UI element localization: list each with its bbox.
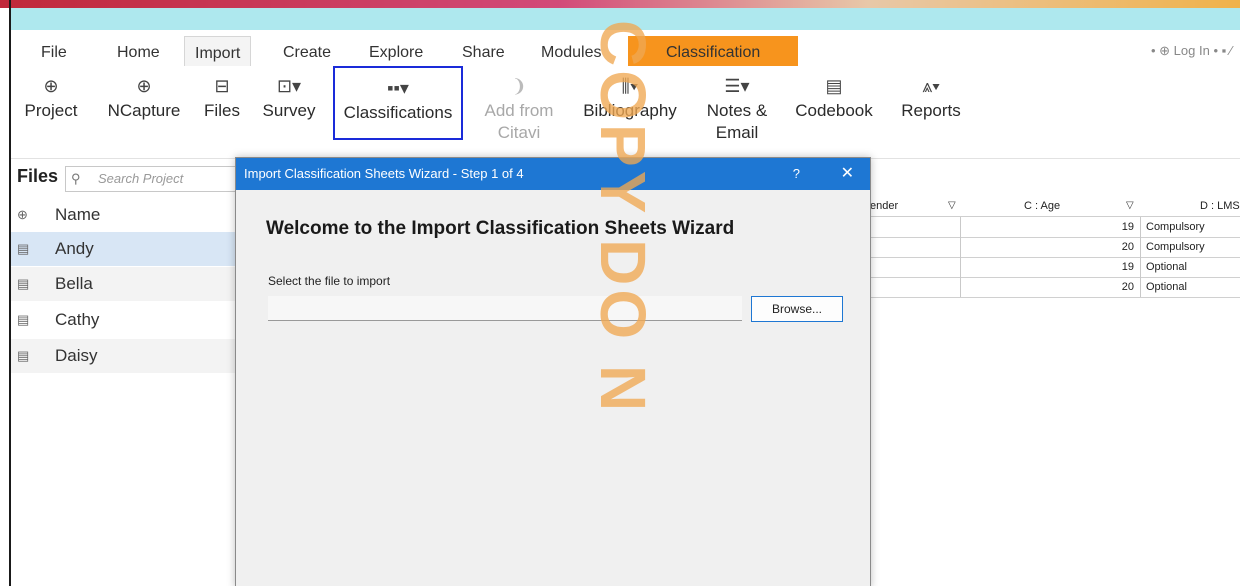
add-from-citavi-button[interactable]: ❩ Add from Citavi	[474, 66, 564, 158]
filter-icon[interactable]: ▽	[948, 196, 956, 216]
expand-icon: ⊕	[17, 207, 28, 222]
notes-email-button[interactable]: ☰▾ Notes & Email	[699, 66, 775, 158]
document-icon: ▤	[17, 312, 30, 327]
search-placeholder: Search Project	[98, 171, 184, 186]
import-wizard-dialog: Import Classification Sheets Wizard - St…	[235, 157, 871, 586]
name-header-label: Name	[55, 205, 101, 224]
file-row-andy[interactable]: ▤ Andy	[11, 232, 241, 266]
top-color-stripe	[0, 0, 1240, 8]
tab-explore[interactable]: Explore	[359, 36, 433, 66]
project-label: Project	[24, 101, 78, 120]
codebook-icon: ▤	[825, 76, 843, 96]
file-name: Daisy	[55, 346, 98, 365]
age-cell: 19	[961, 217, 1141, 237]
age-cell: 20	[961, 277, 1141, 297]
file-name: Andy	[55, 239, 94, 258]
codebook-label: Codebook	[795, 101, 873, 120]
reports-button[interactable]: ⩓▾ Reports	[895, 66, 967, 158]
lms-cell: Optional	[1146, 261, 1187, 273]
notes-label-1: Notes &	[706, 101, 768, 120]
age-column-header[interactable]: C : Age	[1024, 196, 1060, 216]
codebook-button[interactable]: ▤ Codebook	[789, 66, 879, 158]
tab-modules[interactable]: Modules	[531, 36, 611, 66]
close-icon[interactable]: ✕	[841, 158, 854, 190]
gender-cell	[868, 277, 961, 297]
lms-column-header[interactable]: D : LMS	[1200, 196, 1240, 216]
notes-icon: ☰▾	[724, 76, 750, 96]
survey-icon: ⊡▾	[276, 76, 302, 96]
lms-cell: Optional	[1146, 281, 1187, 293]
age-cell: 20	[961, 237, 1141, 257]
file-select-label: Select the file to import	[268, 274, 391, 288]
wizard-heading: Welcome to the Import Classification She…	[266, 218, 735, 239]
files-button[interactable]: ⊟ Files	[197, 66, 247, 158]
survey-button[interactable]: ⊡▾ Survey	[256, 66, 322, 158]
document-icon: ▤	[17, 348, 30, 363]
bibliography-button[interactable]: ⫼▾ Bibliography	[574, 66, 686, 158]
gender-cell	[868, 237, 961, 257]
name-column-header[interactable]: ⊕ Name	[11, 198, 241, 232]
file-name: Cathy	[55, 310, 100, 329]
table-row[interactable]: 19 Compulsory	[868, 217, 1240, 238]
browse-button[interactable]: Browse...	[751, 296, 843, 322]
files-icon: ⊟	[214, 76, 230, 96]
project-icon: ⊕	[43, 76, 59, 96]
document-icon: ▤	[17, 276, 30, 291]
files-label: Files	[204, 101, 240, 120]
tab-create[interactable]: Create	[273, 36, 341, 66]
ncapture-button[interactable]: ⊕ NCapture	[95, 66, 193, 158]
tab-import[interactable]: Import	[184, 36, 252, 67]
reports-label: Reports	[901, 101, 961, 120]
citavi-label-1: Add from	[484, 101, 554, 120]
file-row-bella[interactable]: ▤ Bella	[11, 267, 241, 301]
gender-column-header[interactable]: ender	[870, 196, 898, 216]
title-bar	[11, 8, 1240, 30]
table-row[interactable]: 20 Optional	[868, 277, 1240, 298]
gender-cell	[868, 257, 961, 277]
globe-icon: ⊕	[136, 76, 152, 96]
files-title: Files	[17, 166, 59, 186]
lms-cell: Compulsory	[1146, 221, 1205, 233]
dialog-title-bar: Import Classification Sheets Wizard - St…	[236, 158, 870, 190]
login-area[interactable]: • ⊕ Log In • ▪ ∕	[1151, 36, 1232, 66]
table-row[interactable]: 20 Compulsory	[868, 237, 1240, 258]
files-panel: Files ⚲ Search Project ⊕ Name ▤ Andy ▤ B…	[11, 160, 241, 586]
classifications-icon: ▪▪▾	[387, 78, 409, 98]
classification-sheet: ender ▽ C : Age ▽ D : LMS 19 Compulsory …	[868, 196, 1240, 298]
project-button[interactable]: ⊕ Project	[13, 66, 89, 158]
file-row-cathy[interactable]: ▤ Cathy	[11, 303, 241, 337]
ncapture-label: NCapture	[107, 101, 181, 120]
bibliography-label: Bibliography	[583, 101, 677, 120]
survey-label: Survey	[262, 101, 316, 120]
tab-classification[interactable]: Classification	[628, 36, 799, 66]
classifications-label: Classifications	[343, 103, 453, 122]
citavi-label-2: Citavi	[497, 123, 541, 142]
search-icon: ⚲	[71, 171, 81, 186]
help-button[interactable]: ?	[793, 158, 800, 190]
dialog-title: Import Classification Sheets Wizard - St…	[244, 166, 524, 181]
filter-icon[interactable]: ▽	[1126, 196, 1134, 216]
file-path-input[interactable]	[268, 296, 742, 321]
app-window: File Home Import Create Explore Share Mo…	[0, 0, 1240, 586]
age-cell: 19	[961, 257, 1141, 277]
gender-cell	[868, 217, 961, 237]
search-input[interactable]: ⚲ Search Project	[65, 166, 239, 192]
ribbon-toolbar: ⊕ Project ⊕ NCapture ⊟ Files ⊡▾ Survey ▪…	[11, 66, 1240, 158]
citavi-icon: ❩	[511, 76, 527, 96]
file-name: Bella	[55, 274, 93, 293]
classifications-button[interactable]: ▪▪▾ Classifications	[333, 66, 463, 140]
tab-share[interactable]: Share	[452, 36, 515, 66]
sheet-header-row: ender ▽ C : Age ▽ D : LMS	[868, 196, 1240, 217]
notes-label-2: Email	[715, 123, 759, 142]
tab-home[interactable]: Home	[107, 36, 170, 66]
lms-cell: Compulsory	[1146, 241, 1205, 253]
bibliography-icon: ⫼▾	[621, 76, 639, 96]
reports-icon: ⩓▾	[922, 76, 940, 96]
ribbon-tabs: File Home Import Create Explore Share Mo…	[11, 36, 1240, 67]
document-icon: ▤	[17, 241, 30, 256]
tab-file[interactable]: File	[31, 36, 77, 66]
file-row-daisy[interactable]: ▤ Daisy	[11, 339, 241, 373]
table-row[interactable]: 19 Optional	[868, 257, 1240, 278]
